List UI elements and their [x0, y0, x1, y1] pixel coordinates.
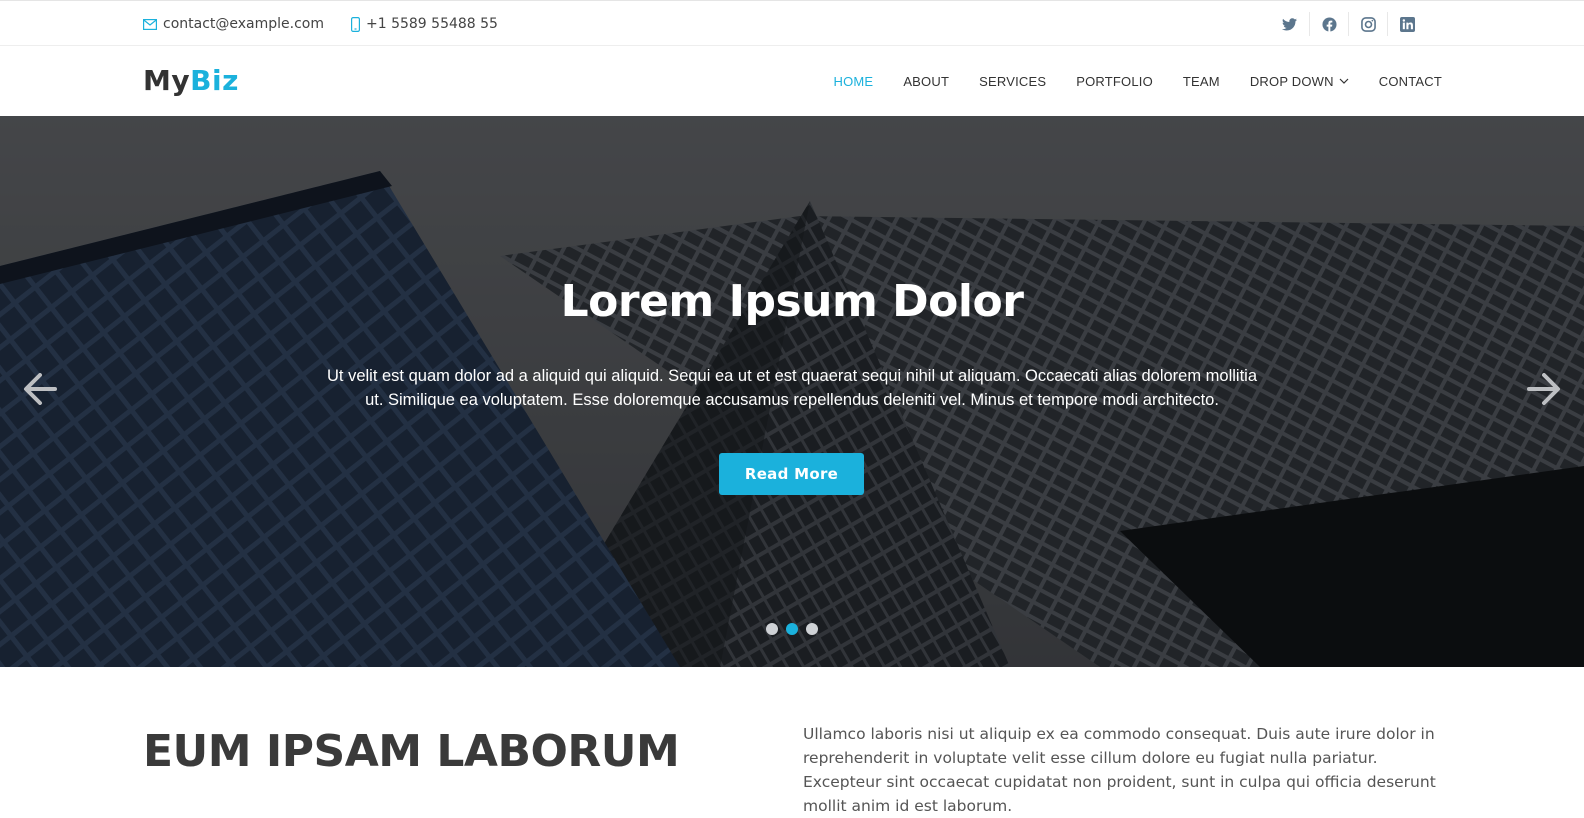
chevron-down-icon — [1339, 78, 1349, 84]
phone-text: +1 5589 55488 55 — [366, 16, 498, 32]
contact-info: contact@example.com +1 5589 55488 55 — [143, 1, 498, 47]
phone-info[interactable]: +1 5589 55488 55 — [351, 16, 498, 32]
twitter-link[interactable] — [1270, 12, 1309, 36]
logo[interactable]: MyBiz — [143, 61, 239, 101]
linkedin-icon — [1399, 16, 1415, 32]
main-nav: HOME ABOUT SERVICES PORTFOLIO TEAM DROP … — [834, 46, 1443, 116]
nav-team[interactable]: TEAM — [1183, 74, 1220, 89]
hero-carousel: Lorem Ipsum Dolor Ut velit est quam dolo… — [0, 116, 1584, 667]
nav-services[interactable]: SERVICES — [979, 74, 1046, 89]
social-links — [1270, 1, 1426, 47]
twitter-icon — [1282, 17, 1297, 30]
about-title: EUM IPSAM LABORUM — [143, 726, 680, 777]
nav-dropdown-label: DROP DOWN — [1249, 73, 1334, 89]
envelope-icon — [143, 18, 157, 30]
phone-icon — [351, 16, 360, 32]
arrow-right-icon — [1527, 373, 1560, 405]
nav-contact[interactable]: CONTACT — [1379, 74, 1442, 89]
logo-accent: Biz — [190, 64, 239, 97]
email-text: contact@example.com — [163, 16, 324, 32]
instagram-icon — [1360, 16, 1376, 32]
carousel-indicator[interactable] — [806, 623, 818, 635]
facebook-link[interactable] — [1309, 12, 1348, 36]
hero-text: Ut velit est quam dolor ad a aliquid qui… — [326, 367, 1258, 409]
carousel-next-button[interactable] — [1524, 369, 1564, 409]
site-header: MyBiz HOME ABOUT SERVICES PORTFOLIO TEAM… — [0, 46, 1584, 116]
linkedin-link[interactable] — [1387, 12, 1426, 36]
arrow-left-icon — [24, 373, 57, 405]
about-text: Ullamco laboris nisi ut aliquip ex ea co… — [803, 725, 1436, 815]
nav-about[interactable]: ABOUT — [903, 74, 949, 89]
read-more-button[interactable]: Read More — [719, 453, 864, 495]
carousel-indicator[interactable] — [786, 623, 798, 635]
email-info[interactable]: contact@example.com — [143, 16, 324, 32]
hero-title: Lorem Ipsum Dolor — [560, 276, 1024, 327]
carousel-prev-button[interactable] — [20, 369, 60, 409]
carousel-indicators — [0, 623, 1584, 635]
instagram-link[interactable] — [1348, 12, 1387, 36]
topbar: contact@example.com +1 5589 55488 55 — [0, 0, 1584, 46]
nav-portfolio[interactable]: PORTFOLIO — [1076, 74, 1153, 89]
nav-dropdown[interactable]: DROP DOWN — [1250, 74, 1349, 89]
carousel-indicator[interactable] — [766, 623, 778, 635]
facebook-icon — [1321, 16, 1337, 32]
logo-prefix: My — [143, 64, 191, 97]
nav-home[interactable]: HOME — [834, 74, 874, 89]
